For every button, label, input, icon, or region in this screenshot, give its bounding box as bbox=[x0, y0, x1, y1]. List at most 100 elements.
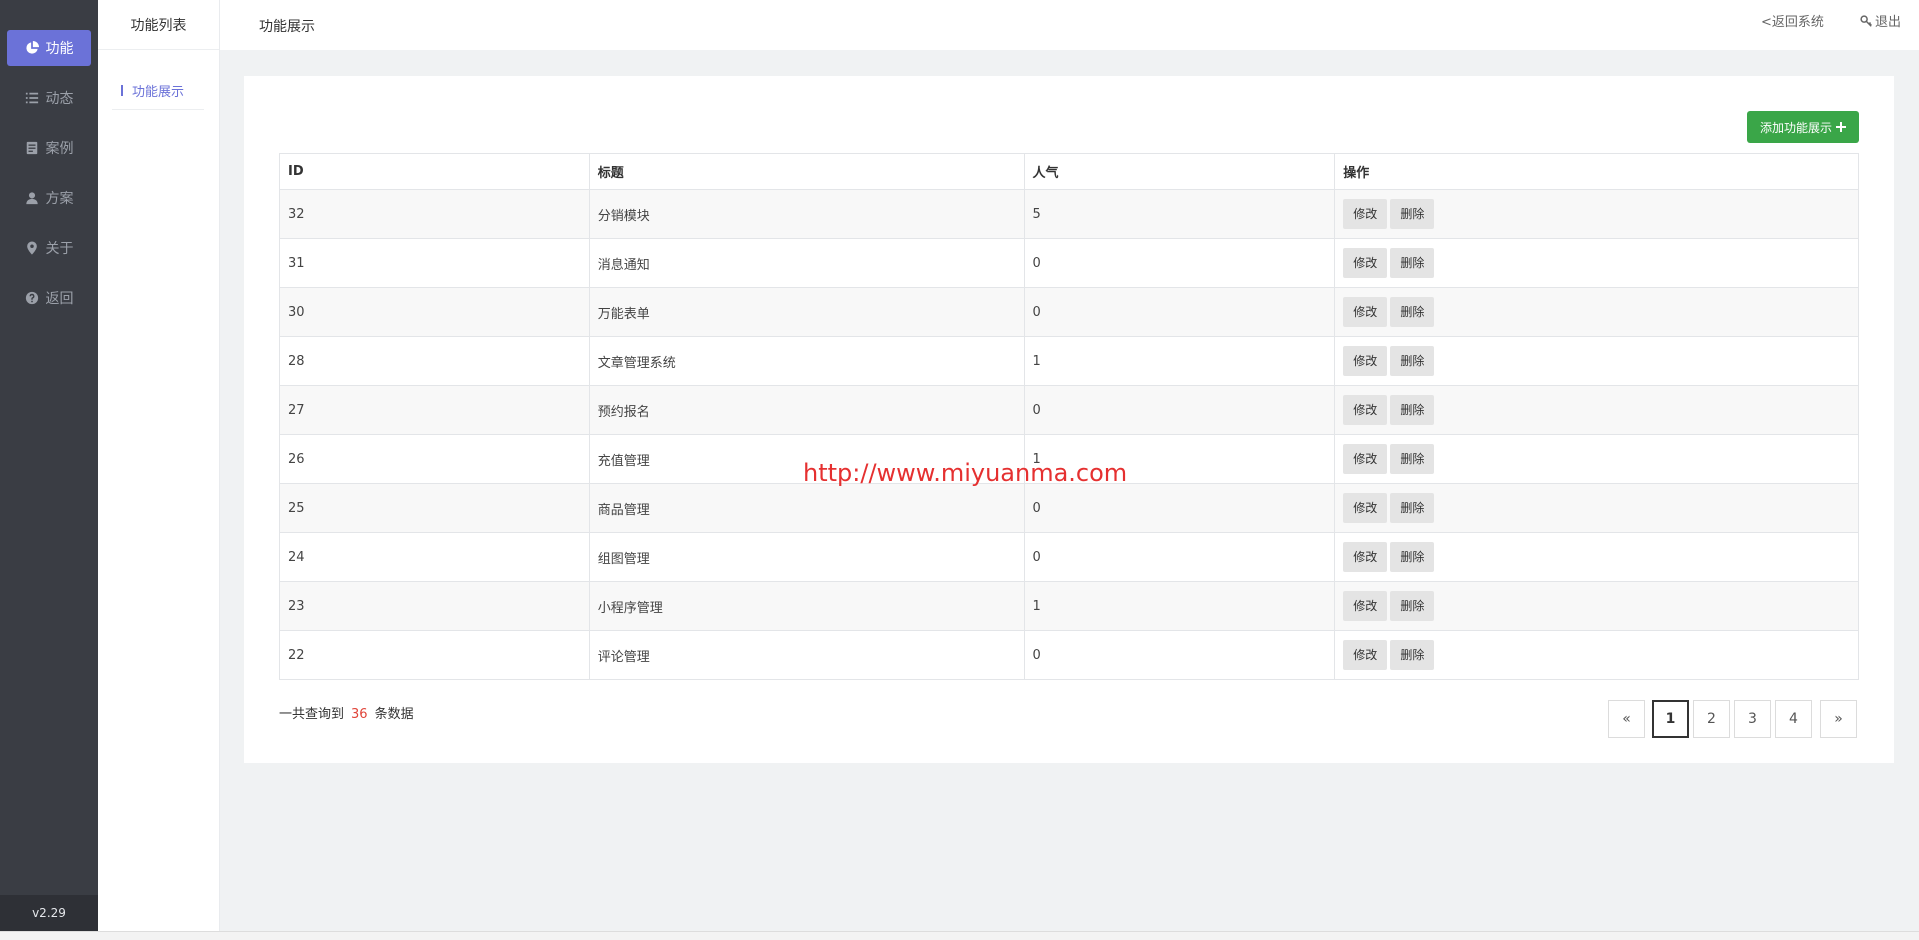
version-label: v2.29 bbox=[0, 895, 98, 931]
user-icon bbox=[25, 192, 38, 205]
cell-popularity: 0 bbox=[1023, 532, 1336, 582]
add-feature-button[interactable]: 添加功能展示 bbox=[1747, 111, 1859, 143]
rail-item-label: 方案 bbox=[45, 191, 74, 207]
cell-title: 文章管理系统 bbox=[588, 336, 1025, 386]
cell-actions: 修改 删除 bbox=[1334, 532, 1859, 582]
watermark-text: http://www.miyuanma.com bbox=[803, 459, 1128, 487]
cell-actions: 修改 删除 bbox=[1334, 483, 1859, 533]
cell-id: 26 bbox=[279, 434, 590, 484]
edit-button[interactable]: 修改 bbox=[1343, 444, 1388, 474]
list-icon bbox=[25, 92, 38, 104]
edit-button[interactable]: 修改 bbox=[1343, 395, 1388, 425]
delete-button[interactable]: 删除 bbox=[1390, 591, 1435, 621]
page-button-3[interactable]: 3 bbox=[1734, 700, 1771, 738]
cell-actions: 修改 删除 bbox=[1334, 630, 1859, 680]
delete-button[interactable]: 删除 bbox=[1390, 493, 1435, 523]
rail-item-about[interactable]: 关于 bbox=[7, 230, 91, 266]
column-header-popularity: 人气 bbox=[1023, 153, 1336, 190]
rail-item-label: 案例 bbox=[45, 141, 74, 157]
cell-actions: 修改 删除 bbox=[1334, 238, 1859, 288]
cell-actions: 修改 删除 bbox=[1334, 385, 1859, 435]
delete-button[interactable]: 删除 bbox=[1390, 297, 1435, 327]
rail-item-return[interactable]: 返回 bbox=[7, 280, 91, 316]
key-icon bbox=[1860, 14, 1872, 27]
delete-button[interactable]: 删除 bbox=[1390, 199, 1435, 229]
cell-id: 25 bbox=[279, 483, 590, 533]
delete-button[interactable]: 删除 bbox=[1390, 248, 1435, 278]
add-feature-label: 添加功能展示 bbox=[1759, 120, 1832, 135]
rail-item-cases[interactable]: 案例 bbox=[7, 130, 91, 166]
delete-button[interactable]: 删除 bbox=[1390, 444, 1435, 474]
cell-actions: 修改 删除 bbox=[1334, 581, 1859, 631]
cell-title: 评论管理 bbox=[588, 630, 1025, 680]
column-header-actions: 操作 bbox=[1334, 153, 1859, 190]
edit-button[interactable]: 修改 bbox=[1343, 297, 1388, 327]
pie-chart-icon bbox=[25, 41, 39, 54]
cell-popularity: 5 bbox=[1023, 189, 1336, 239]
cell-id: 27 bbox=[279, 385, 590, 435]
cell-title: 万能表单 bbox=[588, 287, 1025, 337]
content-card: 添加功能展示 ID 标题 人气 操作 32 分销模块 5 修改 删除 31 消息通知 0 修改删… bbox=[244, 76, 1894, 763]
sub-sidebar-title: 功能列表 bbox=[98, 0, 219, 50]
table-row: 25 商品管理 0 修改 删除 bbox=[279, 483, 1859, 533]
result-summary: 一共查询到 36 条数据 bbox=[279, 703, 414, 722]
cell-title: 组图管理 bbox=[588, 532, 1025, 582]
edit-button[interactable]: 修改 bbox=[1343, 640, 1388, 670]
table-row: 31 消息通知 0 修改 删除 bbox=[279, 238, 1859, 288]
edit-button[interactable]: 修改 bbox=[1343, 199, 1388, 229]
cell-popularity: 0 bbox=[1023, 287, 1336, 337]
cell-popularity: 0 bbox=[1023, 385, 1336, 435]
active-indicator bbox=[121, 85, 123, 96]
rail-item-label: 功能 bbox=[45, 41, 74, 57]
cell-id: 24 bbox=[279, 532, 590, 582]
rail-item-features[interactable]: 功能 bbox=[7, 30, 91, 66]
sub-sidebar-item-feature-showcase[interactable]: 功能展示 bbox=[112, 72, 204, 110]
cell-id: 30 bbox=[279, 287, 590, 337]
table-row: 30 万能表单 0 修改 删除 bbox=[279, 287, 1859, 337]
delete-button[interactable]: 删除 bbox=[1390, 346, 1435, 376]
column-header-title: 标题 bbox=[588, 153, 1025, 190]
cell-title: 预约报名 bbox=[588, 385, 1025, 435]
document-icon bbox=[26, 141, 37, 155]
page-button-2[interactable]: 2 bbox=[1693, 700, 1730, 738]
edit-button[interactable]: 修改 bbox=[1343, 542, 1388, 572]
summary-suffix: 条数据 bbox=[374, 707, 414, 722]
delete-button[interactable]: 删除 bbox=[1390, 395, 1435, 425]
table-row: 32 分销模块 5 修改 删除 bbox=[279, 189, 1859, 239]
cell-popularity: 1 bbox=[1023, 336, 1336, 386]
edit-button[interactable]: 修改 bbox=[1343, 248, 1388, 278]
page-button-4[interactable]: 4 bbox=[1775, 700, 1812, 738]
delete-button[interactable]: 删除 bbox=[1390, 542, 1435, 572]
cell-popularity: 0 bbox=[1023, 238, 1336, 288]
edit-button[interactable]: 修改 bbox=[1343, 346, 1388, 376]
help-circle-icon bbox=[25, 291, 38, 305]
page-button-1[interactable]: 1 bbox=[1652, 700, 1689, 738]
back-to-system-link[interactable]: <返回系统 bbox=[1761, 11, 1824, 30]
cell-popularity: 1 bbox=[1023, 581, 1336, 631]
edit-button[interactable]: 修改 bbox=[1343, 493, 1388, 523]
prev-page-button[interactable]: « bbox=[1608, 700, 1645, 738]
cell-title: 商品管理 bbox=[588, 483, 1025, 533]
edit-button[interactable]: 修改 bbox=[1343, 591, 1388, 621]
main-sidebar: 功能 动态 案例 方案 关于 返回 v2.29 bbox=[0, 0, 98, 931]
cell-actions: 修改 删除 bbox=[1334, 434, 1859, 484]
next-page-button[interactable]: » bbox=[1820, 700, 1857, 738]
cell-id: 23 bbox=[279, 581, 590, 631]
table-row: 23 小程序管理 1 修改 删除 bbox=[279, 581, 1859, 631]
rail-item-solutions[interactable]: 方案 bbox=[7, 180, 91, 216]
cell-id: 32 bbox=[279, 189, 590, 239]
top-bar: 功能展示 <返回系统 退出 bbox=[220, 0, 1919, 50]
result-count: 36 bbox=[351, 707, 368, 722]
logout-label: 退出 bbox=[1875, 15, 1902, 30]
table-header-row: ID 标题 人气 操作 bbox=[279, 153, 1859, 190]
delete-button[interactable]: 删除 bbox=[1390, 640, 1435, 670]
cell-actions: 修改 删除 bbox=[1334, 189, 1859, 239]
browser-status-bar bbox=[0, 931, 1919, 940]
rail-item-label: 关于 bbox=[45, 241, 74, 257]
cell-id: 28 bbox=[279, 336, 590, 386]
cell-title: 消息通知 bbox=[588, 238, 1025, 288]
logout-link[interactable]: 退出 bbox=[1860, 11, 1901, 30]
column-header-id: ID bbox=[279, 153, 590, 190]
cell-title: 小程序管理 bbox=[588, 581, 1025, 631]
rail-item-news[interactable]: 动态 bbox=[7, 80, 91, 116]
